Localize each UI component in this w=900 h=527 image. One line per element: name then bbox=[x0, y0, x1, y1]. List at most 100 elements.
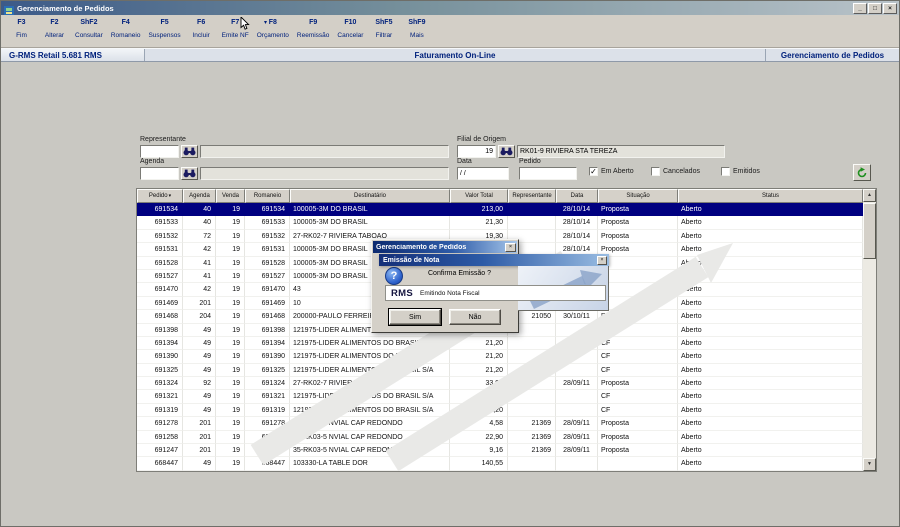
column-header-label: Pedido bbox=[148, 193, 168, 199]
toolbar-button-f3[interactable]: F3 Fim bbox=[5, 18, 38, 40]
sim-button[interactable]: Sim bbox=[388, 308, 442, 326]
checkbox-cancelados[interactable]: Cancelados bbox=[651, 167, 700, 176]
checkbox-emitidos[interactable]: Emitidos bbox=[721, 167, 760, 176]
refresh-button[interactable] bbox=[853, 164, 871, 181]
column-header-label: Representante bbox=[512, 193, 552, 199]
column-header-label: Romaneio bbox=[253, 193, 282, 199]
column-header-romaneio[interactable]: Romaneio bbox=[245, 189, 290, 203]
filial-input[interactable] bbox=[457, 145, 496, 158]
toolbar-action-label: Emite NF bbox=[221, 32, 249, 39]
toolbar-action-label: Mais bbox=[410, 32, 424, 39]
question-icon: ? bbox=[385, 267, 403, 285]
checkbox-box[interactable] bbox=[721, 167, 730, 176]
dialog-close-button[interactable]: × bbox=[505, 242, 516, 252]
dialog-message: Confirma Emissão ? bbox=[428, 270, 492, 277]
column-header-label: Agenda bbox=[189, 193, 210, 199]
toolbar-button-f10[interactable]: F10 Cancelar bbox=[333, 18, 367, 40]
column-header-label: Destinatário bbox=[353, 193, 386, 199]
progress-window-titlebar[interactable]: Emissão de Nota × bbox=[379, 254, 609, 266]
toolbar-button-shf5[interactable]: ShF5 Filtrar bbox=[367, 18, 400, 40]
column-header-pedido[interactable]: Pedido ▾ bbox=[137, 189, 183, 203]
vertical-scrollbar[interactable]: ▲ ▼ bbox=[863, 189, 876, 471]
toolbar-button-f7[interactable]: F7 Emite NF bbox=[218, 18, 253, 40]
checkbox-label: Emitidos bbox=[733, 168, 760, 175]
filial-search-button[interactable] bbox=[498, 145, 515, 158]
window-titlebar: Gerenciamento de Pedidos _ □ × bbox=[1, 1, 899, 16]
maximize-button[interactable]: □ bbox=[868, 2, 882, 14]
column-header-situação[interactable]: Situação bbox=[598, 189, 678, 203]
toolbar-button-f2[interactable]: F2 Alterar bbox=[38, 18, 71, 40]
dialog-titlebar[interactable]: Gerenciamento de Pedidos × bbox=[373, 241, 517, 253]
progress-status-strip: RMS Emitindo Nota Fiscal bbox=[385, 285, 606, 301]
app-icon bbox=[4, 3, 14, 16]
pedido-input[interactable] bbox=[519, 167, 577, 180]
column-header-agenda[interactable]: Agenda bbox=[183, 189, 216, 203]
column-header-destinatário[interactable]: Destinatário bbox=[290, 189, 450, 203]
toolbar-button-f8[interactable]: F8 Orçamento bbox=[253, 18, 293, 40]
refresh-icon bbox=[857, 166, 867, 177]
progress-window-title: Emissão de Nota bbox=[383, 256, 440, 264]
column-header-data[interactable]: Data bbox=[556, 189, 598, 203]
scroll-down-button[interactable]: ▼ bbox=[863, 458, 876, 471]
agenda-description-field bbox=[200, 167, 449, 180]
checkbox-box[interactable] bbox=[651, 167, 660, 176]
column-header-label: Data bbox=[570, 193, 584, 199]
column-header-label: Venda bbox=[221, 193, 240, 199]
minimize-button[interactable]: _ bbox=[853, 2, 867, 14]
toolbar-button-f6[interactable]: F6 Incluir bbox=[185, 18, 218, 40]
rms-logo: RMS bbox=[391, 287, 414, 299]
column-header-venda[interactable]: Venda bbox=[216, 189, 245, 203]
toolbar-action-label: Incluir bbox=[192, 32, 210, 39]
app-version-label: G-RMS Retail 5.681 RMS bbox=[1, 49, 145, 61]
toolbar-key-label: F3 bbox=[17, 19, 26, 26]
column-header-valor-total[interactable]: Valor Total bbox=[450, 189, 508, 203]
toolbar-key-label: ShF5 bbox=[375, 19, 393, 26]
representante-search-button[interactable] bbox=[181, 145, 198, 158]
column-header-status[interactable]: Status bbox=[678, 189, 863, 203]
toolbar-key-label: F5 bbox=[160, 19, 169, 26]
toolbar-action-label: Cancelar bbox=[337, 32, 364, 39]
toolbar-items: F3 Fim F2 Alterar ShF2 Consultar F4 Romaneio F5 S… bbox=[1, 15, 899, 40]
checkbox-label: Cancelados bbox=[663, 168, 700, 175]
representante-input[interactable] bbox=[140, 145, 179, 158]
toolbar-button-shf9[interactable]: ShF9 Mais bbox=[400, 18, 433, 40]
toolbar: F3 Fim F2 Alterar ShF2 Consultar F4 Romaneio F5 S… bbox=[1, 15, 899, 48]
toolbar-button-f5[interactable]: F5 Suspensos bbox=[144, 18, 184, 40]
filter-checkboxes: ✓ Em Aberto Cancelados Emitidos bbox=[589, 167, 859, 179]
data-label: Data bbox=[457, 158, 472, 165]
toolbar-button-shf2[interactable]: ShF2 Consultar bbox=[71, 18, 107, 40]
data-input[interactable] bbox=[457, 167, 509, 180]
sort-icon: ▾ bbox=[168, 193, 172, 199]
agenda-search-button[interactable] bbox=[181, 167, 198, 180]
toolbar-button-f4[interactable]: F4 Romaneio bbox=[107, 18, 145, 40]
toolbar-action-label: Suspensos bbox=[148, 32, 181, 39]
column-header-label: Status bbox=[761, 193, 779, 199]
binoculars-icon bbox=[500, 147, 513, 156]
checkbox-em-aberto[interactable]: ✓ Em Aberto bbox=[589, 167, 634, 176]
toolbar-button-f9[interactable]: F9 Reemissão bbox=[293, 18, 334, 40]
screen-label: Gerenciamento de Pedidos bbox=[765, 49, 899, 61]
scroll-thumb[interactable] bbox=[863, 203, 876, 259]
toolbar-action-label: Consultar bbox=[75, 32, 103, 39]
toolbar-key-label: ShF9 bbox=[408, 19, 426, 26]
progress-close-button[interactable]: × bbox=[597, 255, 607, 265]
toolbar-key-label: F7 bbox=[231, 19, 240, 26]
toolbar-key-label: F4 bbox=[121, 19, 130, 26]
toolbar-action-label: Filtrar bbox=[375, 32, 393, 39]
binoculars-icon bbox=[183, 147, 196, 156]
binoculars-icon bbox=[183, 169, 196, 178]
column-header-representante[interactable]: Representante bbox=[508, 189, 556, 203]
progress-message: Emitindo Nota Fiscal bbox=[420, 289, 480, 297]
agenda-input[interactable] bbox=[140, 167, 179, 180]
emite-nf-dropdown-icon[interactable]: ▾ bbox=[264, 19, 267, 26]
dialog-buttons: Sim Não bbox=[372, 308, 518, 326]
close-button[interactable]: × bbox=[883, 2, 897, 14]
grid-header: Pedido ▾ Agenda Venda Romaneio Destinatário Va… bbox=[137, 189, 863, 203]
scroll-up-button[interactable]: ▲ bbox=[863, 189, 876, 202]
module-label: Faturamento On-Line bbox=[414, 50, 496, 60]
toolbar-key-label: F6 bbox=[197, 19, 206, 26]
checkbox-box[interactable]: ✓ bbox=[589, 167, 598, 176]
application-window: Gerenciamento de Pedidos _ □ × F3 Fim F2 Al… bbox=[0, 0, 900, 527]
nao-button[interactable]: Não bbox=[449, 309, 501, 325]
filial-label: Filial de Origem bbox=[457, 136, 507, 143]
